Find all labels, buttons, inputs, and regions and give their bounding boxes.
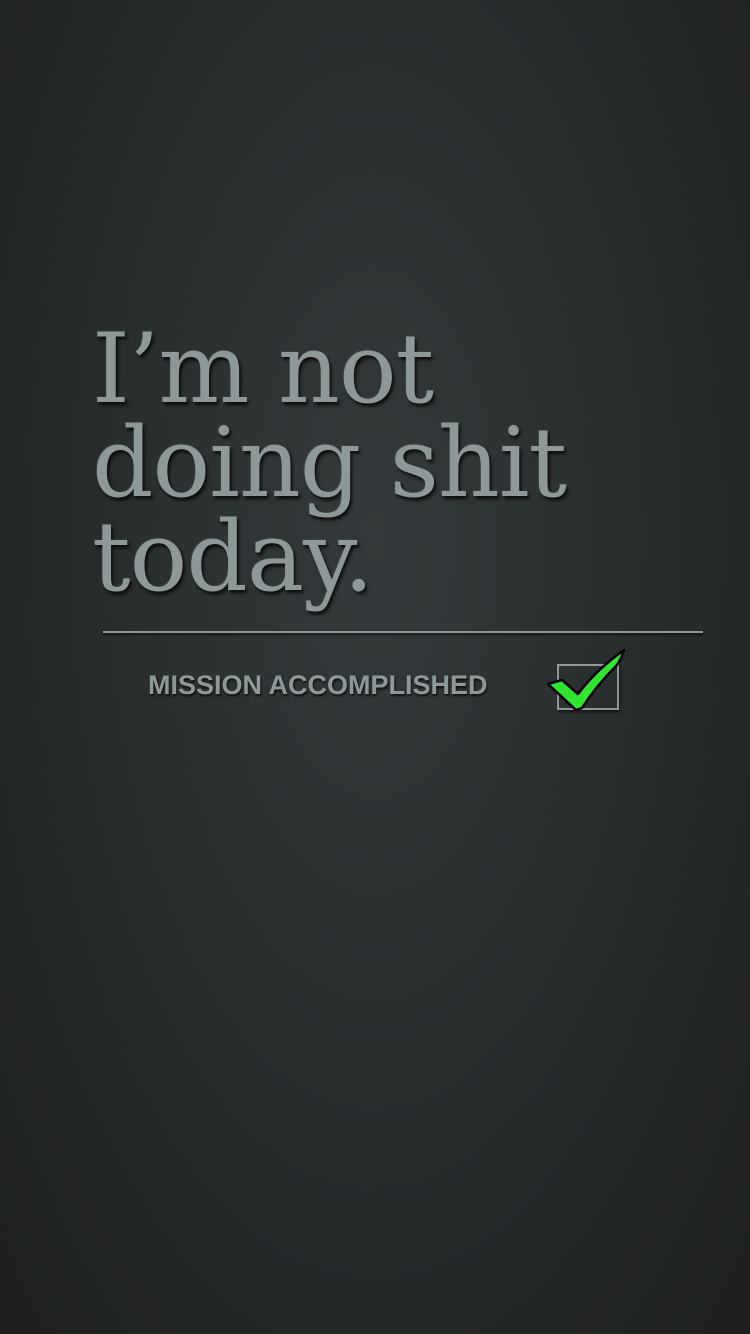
divider-line <box>103 631 703 633</box>
headline-line-1: I’m not <box>92 313 434 425</box>
mission-label: MISSION ACCOMPLISHED <box>148 670 488 700</box>
mission-row: MISSION ACCOMPLISHED <box>148 648 648 718</box>
headline: I’m not doing shit today. <box>92 313 712 613</box>
headline-line-3: today. <box>92 501 374 613</box>
headline-line-2: doing shit <box>92 407 567 519</box>
checkmark-icon <box>546 648 626 712</box>
